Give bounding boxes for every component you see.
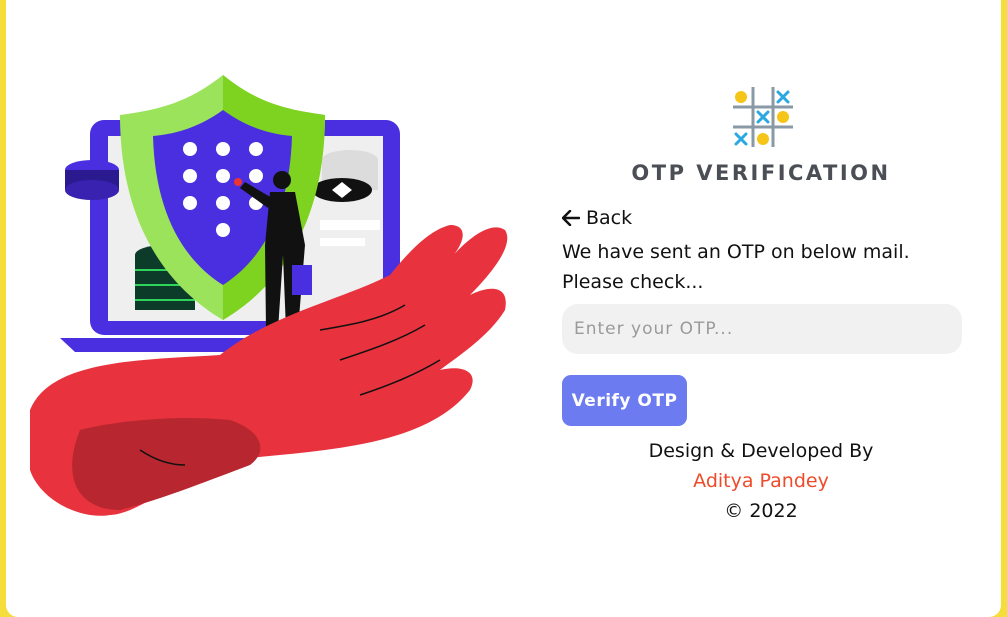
tic-tac-toe-logo-icon: [733, 87, 793, 147]
otp-input[interactable]: [562, 304, 962, 354]
instruction-text: We have sent an OTP on below mail. Pleas…: [562, 237, 962, 297]
credit-text: Design & Developed By: [648, 440, 874, 462]
back-link[interactable]: Back: [562, 207, 632, 229]
arrow-left-icon: [562, 210, 580, 226]
verify-otp-button[interactable]: Verify OTP: [562, 375, 687, 426]
copyright-text: © 2022: [724, 500, 798, 522]
message-line-2: Please check...: [562, 271, 704, 293]
page-title: OTP VERIFICATION: [631, 161, 891, 185]
author-name: Aditya Pandey: [693, 470, 829, 492]
back-label: Back: [586, 207, 633, 229]
verification-card: OTP VERIFICATION Back We have sent an OT…: [6, 0, 1001, 617]
credits: Design & Developed By Aditya Pandey © 20…: [556, 436, 966, 526]
security-illustration: [30, 75, 508, 516]
message-line-1: We have sent an OTP on below mail.: [562, 241, 910, 263]
